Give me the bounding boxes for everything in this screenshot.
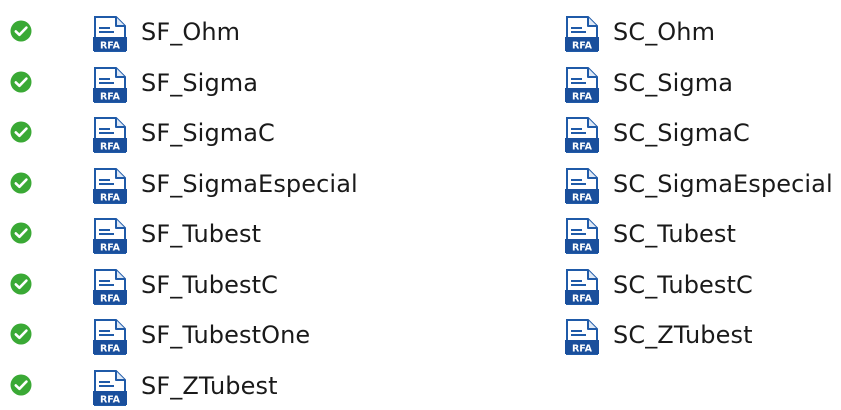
file-name: SC_Tubest [613,220,737,248]
rfa-file-icon: RFA [92,218,128,254]
file-badge-label: RFA [100,293,121,304]
file-name: SF_ZTubest [141,371,278,400]
rfa-file-icon: RFA [564,66,600,103]
rfa-file-icon: RFA [564,319,600,355]
file-name: SC_Ohm [613,18,716,46]
check-circle-icon [10,323,32,345]
file-name: SF_Tubest [141,220,262,248]
check-circle-icon [10,374,32,396]
rfa-file-icon: RFA [92,369,128,406]
file-name: SF_Ohm [141,18,241,46]
file-badge-label: RFA [100,243,121,254]
file-badge-label: RFA [572,293,593,304]
check-circle-icon [10,172,32,194]
rfa-file-icon: RFA [92,268,128,305]
check-circle-icon [10,71,32,93]
file-name: SF_Sigma [141,68,259,97]
file-name: SF_TubestOne [141,321,311,349]
file-name: SF_SigmaEspecial [141,169,358,198]
file-name: SC_Sigma [613,68,734,97]
rfa-file-icon: RFA [564,117,600,153]
file-badge-label: RFA [100,142,121,153]
check-circle-icon [10,121,32,143]
file-badge-label: RFA [100,192,121,203]
file-name: SF_TubestC [141,270,278,299]
file-badge-label: RFA [100,344,121,355]
file-name: SF_SigmaC [141,119,275,147]
rfa-file-icon: RFA [564,16,600,52]
check-circle-icon [10,20,32,42]
rfa-file-icon: RFA [92,167,128,204]
rfa-file-icon: RFA [92,66,128,103]
file-badge-label: RFA [100,41,121,52]
rfa-file-icon: RFA [564,218,600,254]
file-badge-label: RFA [572,142,593,153]
file-name: SC_ZTubest [613,321,753,349]
check-circle-icon [10,273,32,295]
file-badge-label: RFA [572,192,593,203]
file-badge-label: RFA [572,91,593,102]
file-name: SC_TubestC [613,270,753,299]
rfa-file-icon: RFA [92,319,128,355]
rfa-file-icon: RFA [564,268,600,305]
check-circle-icon [10,222,32,244]
file-name: SC_SigmaC [613,119,750,147]
file-badge-label: RFA [100,394,121,405]
file-badge-label: RFA [100,91,121,102]
file-badge-label: RFA [572,344,593,355]
file-badge-label: RFA [572,243,593,254]
file-badge-label: RFA [572,41,593,52]
rfa-file-icon: RFA [92,117,128,153]
rfa-file-icon: RFA [564,167,600,204]
rfa-file-icon: RFA [92,16,128,52]
file-name: SC_SigmaEspecial [613,169,833,198]
